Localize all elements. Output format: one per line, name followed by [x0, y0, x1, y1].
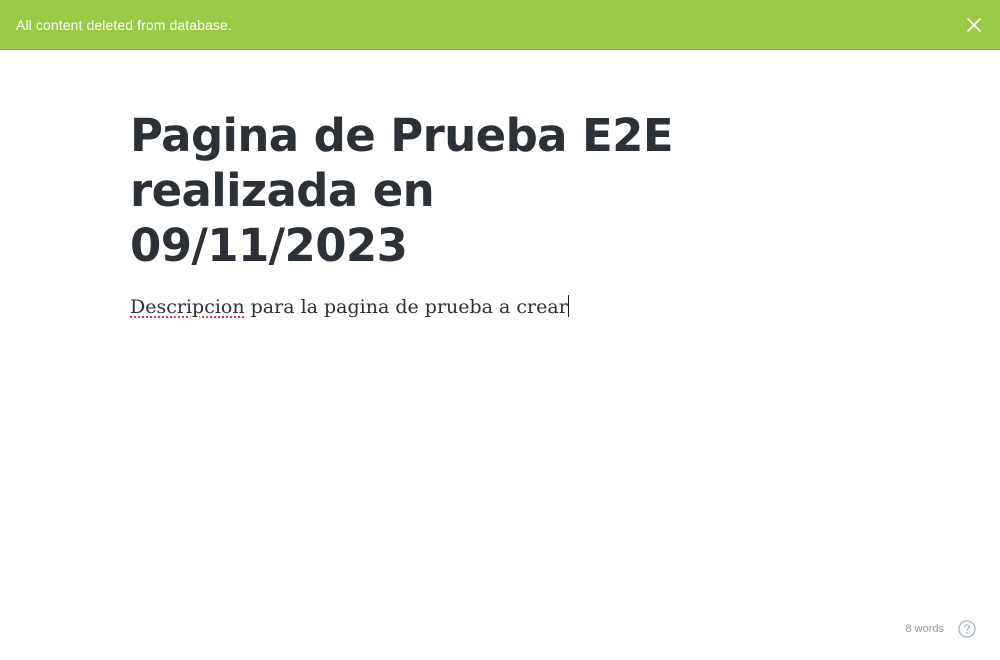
post-title-line-1: Pagina de Prueba E2E realizada en	[130, 109, 674, 217]
editor-footer: 8 words	[905, 620, 976, 638]
notification-banner: All content deleted from database.	[0, 0, 1000, 50]
post-editor: Pagina de Prueba E2E realizada en 09/11/…	[130, 108, 890, 321]
post-title-line-2: 09/11/2023	[130, 219, 408, 272]
close-notification-button[interactable]	[964, 15, 984, 35]
help-circle-icon	[958, 620, 976, 638]
text-caret	[567, 295, 569, 317]
close-icon	[967, 17, 981, 32]
notification-message: All content deleted from database.	[16, 16, 232, 33]
misspelled-word[interactable]: Descripcion	[130, 296, 245, 318]
help-button[interactable]	[958, 620, 976, 638]
post-body-editor[interactable]: Descripcion para la pagina de prueba a c…	[130, 293, 890, 321]
post-title-input[interactable]: Pagina de Prueba E2E realizada en 09/11/…	[130, 108, 890, 273]
post-body-text: para la pagina de prueba a crear	[244, 296, 568, 318]
word-count: 8 words	[905, 623, 944, 635]
